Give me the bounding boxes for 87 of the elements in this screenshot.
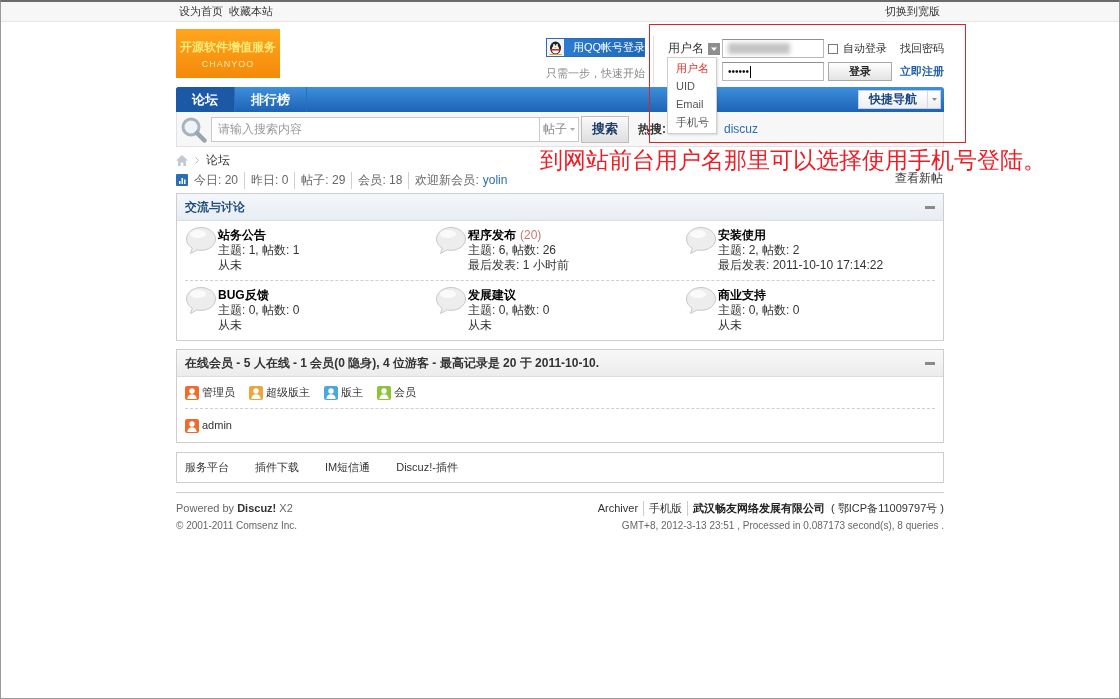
- forum-name[interactable]: 程序发布: [468, 228, 516, 242]
- menu-item[interactable]: 手机号: [668, 113, 716, 131]
- caret-icon[interactable]: [708, 42, 720, 55]
- today-count: (20): [520, 228, 542, 242]
- qq-login-button[interactable]: 用QQ帐号登录: [546, 38, 645, 57]
- nav-tab[interactable]: 论坛: [176, 87, 235, 112]
- speech-bubble-icon: [685, 226, 717, 255]
- forum-name[interactable]: 站务公告: [218, 228, 266, 242]
- new-posts-link[interactable]: 查看新帖: [895, 170, 943, 187]
- collapse-icon[interactable]: [925, 205, 935, 209]
- password-field[interactable]: ••••••: [722, 62, 824, 81]
- stat-text: 帖子: 29: [294, 171, 352, 189]
- search-icon: [180, 115, 207, 143]
- checkbox[interactable]: [828, 43, 838, 54]
- collapse-icon[interactable]: [925, 361, 935, 365]
- forum-stats: 主题: 1, 帖数: 1: [218, 243, 300, 258]
- panel-title[interactable]: 交流与讨论: [185, 198, 245, 216]
- chart-icon: [176, 174, 188, 186]
- panel-title[interactable]: 在线会员 - 5 人在线 - 1 会员(0 隐身), 4 位游客 - 最高记录是 20 于 2011-10-10.: [185, 354, 600, 372]
- member-link[interactable]: yolin: [482, 172, 508, 187]
- forum-stats: 主题: 0, 帖数: 0: [468, 303, 550, 318]
- speech-bubble-icon: [685, 286, 717, 315]
- caret-icon: [570, 127, 575, 131]
- last-post: 最后发表: 1 小时前: [468, 258, 569, 273]
- last-post: 从未: [218, 318, 243, 333]
- stat-text: 昨日: 0: [244, 171, 295, 189]
- annotation-note: 到网站前台用户名那里可以选择使用手机号登陆。: [540, 148, 1046, 173]
- logo-title: 开源软件增值服务: [180, 38, 276, 56]
- copyright-text: © 2001-2011 Comsenz Inc.: [176, 520, 298, 531]
- caret-icon: [931, 98, 937, 101]
- speech-bubble-icon: [435, 226, 467, 255]
- friend-link[interactable]: Discuz!-插件: [396, 460, 458, 475]
- speech-bubble-icon: [185, 226, 217, 255]
- forum-name[interactable]: 安装使用: [718, 228, 766, 242]
- stat-text: 会员: 18: [351, 171, 409, 189]
- wide-mode-link[interactable]: 切换到宽版: [885, 4, 940, 19]
- footer-link[interactable]: 手机版: [643, 500, 688, 516]
- account-link[interactable]: 找回密码: [900, 41, 944, 56]
- forum-stats: 主题: 2, 帖数: 2: [718, 243, 801, 258]
- hot-search-link[interactable]: discuz: [724, 122, 758, 136]
- last-post: 从未: [218, 258, 243, 273]
- menu-item[interactable]: 用户名: [668, 59, 716, 77]
- qq-login-hint: 只需一步，快速开始: [546, 66, 645, 81]
- forum-stats: 主题: 0, 帖数: 0: [718, 303, 800, 318]
- speech-bubble-icon: [185, 286, 217, 315]
- menu-item[interactable]: UID: [668, 77, 716, 95]
- search-button[interactable]: 搜索: [581, 115, 629, 143]
- friend-link[interactable]: 服务平台: [185, 460, 229, 475]
- account-link[interactable]: 立即注册: [900, 64, 944, 79]
- search-field[interactable]: 请输入搜索内容: [211, 116, 539, 142]
- quick-nav-button[interactable]: 快捷导航: [858, 90, 941, 109]
- top-link[interactable]: 设为首页: [179, 4, 223, 19]
- member-name[interactable]: admin: [202, 418, 232, 433]
- penguin-icon: [548, 40, 563, 55]
- last-post: 从未: [718, 318, 743, 333]
- login-button[interactable]: 登录: [828, 62, 892, 81]
- forum-name[interactable]: BUG反馈: [218, 288, 269, 302]
- speech-bubble-icon: [435, 286, 467, 315]
- stat-text: 今日: 20: [193, 171, 239, 189]
- footer-link[interactable]: Archiver: [592, 502, 644, 514]
- forum-name[interactable]: 商业支持: [718, 288, 766, 302]
- icp-link[interactable]: ( 鄂ICP备11009797号 ): [831, 500, 944, 516]
- processing-info: GMT+8, 2012-3-13 23:51 , Processed in 0.087173 second(s), 8 queries .: [621, 520, 944, 531]
- menu-item[interactable]: Email: [668, 95, 716, 113]
- legend-label: 会员: [394, 385, 416, 400]
- forum-stats: 主题: 0, 帖数: 0: [218, 303, 300, 318]
- legend-label: 版主: [341, 385, 363, 400]
- legend-label: 管理员: [202, 385, 235, 400]
- logo-subtitle: CHANYOO: [201, 58, 255, 69]
- breadcrumb-link[interactable]: 论坛: [206, 151, 230, 169]
- last-post: 从未: [468, 318, 493, 333]
- login-type-label: 用户名: [668, 40, 704, 57]
- welcome-label: 欢迎新会员:: [415, 172, 479, 187]
- forum-name[interactable]: 发展建议: [468, 288, 516, 302]
- username-field[interactable]: [722, 39, 824, 58]
- forum-stats: 主题: 6, 帖数: 26: [468, 243, 558, 258]
- scope-select[interactable]: 帖子: [539, 116, 579, 142]
- remember-label: 自动登录: [843, 41, 887, 56]
- chevron-icon: [195, 156, 199, 164]
- friend-link[interactable]: IM短信通: [325, 460, 371, 475]
- friend-link[interactable]: 插件下载: [255, 460, 299, 475]
- top-link[interactable]: 收藏本站: [229, 4, 273, 19]
- legend-label: 超级版主: [266, 385, 310, 400]
- powered-by-text: Powered by Discuz! X2: [176, 502, 293, 514]
- company-link[interactable]: 武汉畅友网络发展有限公司: [687, 500, 831, 516]
- home-icon[interactable]: [176, 154, 188, 166]
- last-post: 最后发表: 2011-10-10 17:14:22: [718, 258, 884, 273]
